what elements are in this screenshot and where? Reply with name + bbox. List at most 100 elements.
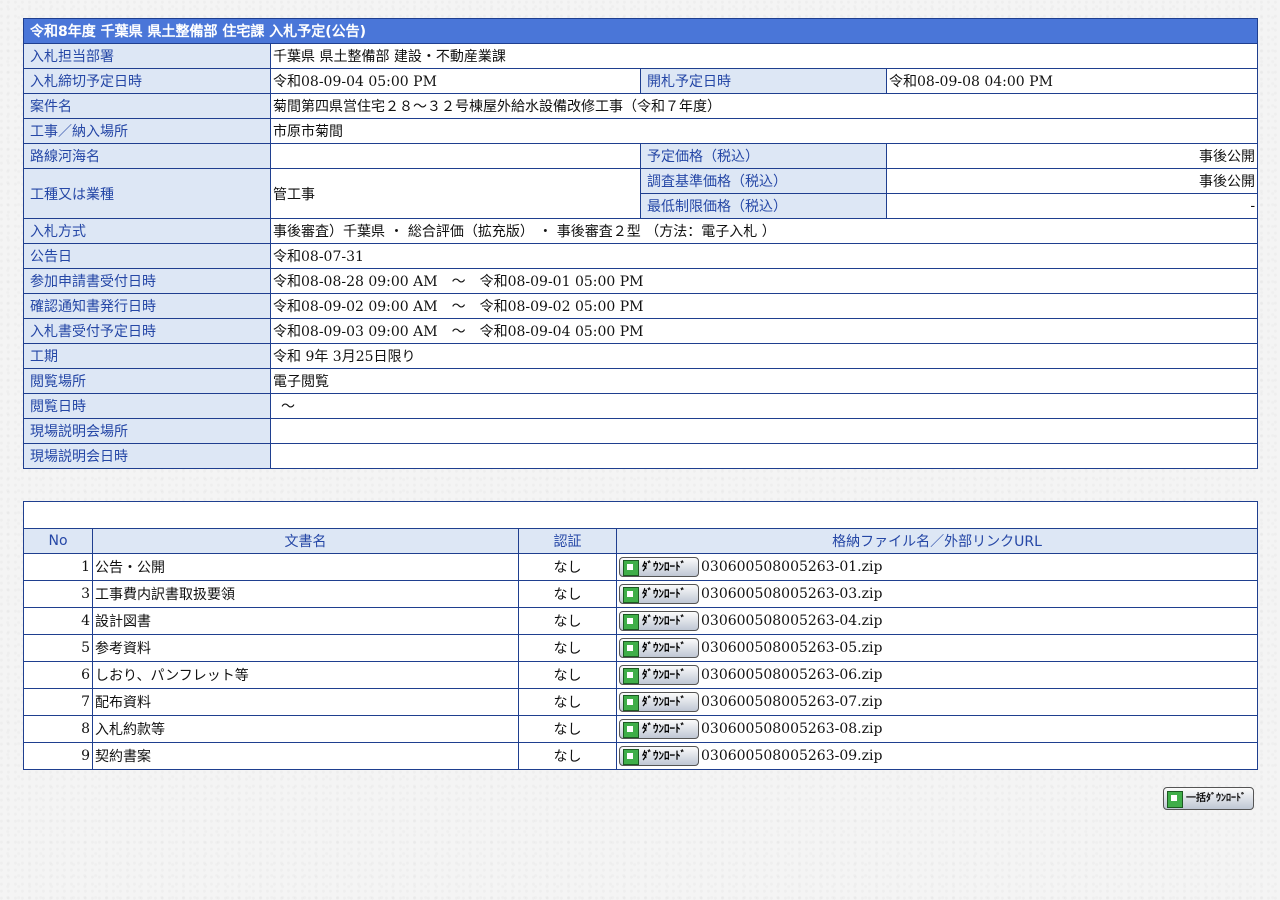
- download-icon: [623, 722, 639, 738]
- download-button[interactable]: ﾀﾞｳﾝﾛｰﾄﾞ: [619, 746, 699, 766]
- survey-price-label: 調査基準価格（税込）: [640, 168, 887, 194]
- doc-auth: なし: [518, 607, 617, 635]
- survey-price-value: 事後公開: [885, 168, 1259, 194]
- doc-no: 9: [23, 742, 93, 770]
- file-name-link[interactable]: 030600508005263-08.zip: [701, 721, 882, 737]
- site-date-label: 現場説明会日時: [23, 443, 271, 469]
- file-name-link[interactable]: 030600508005263-03.zip: [701, 586, 882, 602]
- file-name-link[interactable]: 030600508005263-04.zip: [701, 613, 882, 629]
- min-price-label: 最低制限価格（税込）: [640, 193, 887, 219]
- download-label: ﾀﾞｳﾝﾛｰﾄﾞ: [642, 695, 686, 708]
- doc-auth: なし: [518, 742, 617, 770]
- download-icon: [623, 560, 639, 576]
- view-place-label: 閲覧場所: [23, 368, 271, 394]
- apply-value: 令和08-08-28 09:00 AM ～ 令和08-09-01 05:00 P…: [269, 268, 1259, 294]
- view-place-value: 電子閲覧: [269, 368, 1259, 394]
- place-value: 市原市菊間: [269, 118, 1259, 144]
- period-label: 工期: [23, 343, 271, 369]
- file-name-link[interactable]: 030600508005263-01.zip: [701, 559, 882, 575]
- announce-value: 令和08-07-31: [269, 243, 1259, 269]
- download-label: ﾀﾞｳﾝﾛｰﾄﾞ: [642, 749, 686, 762]
- deadline-label: 入札締切予定日時: [23, 68, 271, 94]
- doc-name: しおり、パンフレット等: [92, 661, 519, 689]
- download-icon: [623, 668, 639, 684]
- method-label: 入札方式: [23, 218, 271, 244]
- view-date-label: 閲覧日時: [23, 393, 271, 419]
- download-button[interactable]: ﾀﾞｳﾝﾛｰﾄﾞ: [619, 557, 699, 577]
- doc-no: 3: [23, 580, 93, 608]
- download-icon: [623, 587, 639, 603]
- table-row: 5 参考資料 なし ﾀﾞｳﾝﾛｰﾄﾞ 030600508005263-05.zip: [23, 634, 1258, 662]
- documents-table: 説明文書等 No 文書名 認証 格納ファイル名／外部リンクURL 1 公告・公開な…: [23, 501, 1258, 770]
- doc-no: 6: [23, 661, 93, 689]
- doc-name: 公告・公開: [92, 553, 519, 581]
- notice-table: 令和8年度 千葉県 県土整備部 住宅課 入札予定(公告) 入札担当部署 千葉県 …: [22, 18, 1259, 469]
- min-price-value: -: [885, 193, 1259, 219]
- download-icon: [623, 641, 639, 657]
- doc-name: 入札約款等: [92, 715, 519, 743]
- doc-no: 8: [23, 715, 93, 743]
- doc-no: 5: [23, 634, 93, 662]
- doc-file-cell: ﾀﾞｳﾝﾛｰﾄﾞ 030600508005263-08.zip: [616, 715, 1258, 743]
- doc-auth: なし: [518, 553, 617, 581]
- planned-price-label: 予定価格（税込）: [640, 143, 887, 169]
- site-place-label: 現場説明会場所: [23, 418, 271, 444]
- opening-label: 開札予定日時: [640, 68, 887, 94]
- doc-name: 配布資料: [92, 688, 519, 716]
- route-label: 路線河海名: [23, 143, 271, 169]
- download-label: ﾀﾞｳﾝﾛｰﾄﾞ: [642, 668, 686, 681]
- download-button[interactable]: ﾀﾞｳﾝﾛｰﾄﾞ: [619, 638, 699, 658]
- download-label: ﾀﾞｳﾝﾛｰﾄﾞ: [642, 641, 686, 654]
- col-auth: 認証: [518, 528, 617, 554]
- doc-name: 設計図書: [92, 607, 519, 635]
- bulk-download-button[interactable]: 一括ﾀﾞｳﾝﾛｰﾄﾞ: [1163, 787, 1254, 810]
- col-file: 格納ファイル名／外部リンクURL: [616, 528, 1258, 554]
- download-icon: [623, 614, 639, 630]
- place-label: 工事／納入場所: [23, 118, 271, 144]
- download-icon: [623, 749, 639, 765]
- doc-name: 工事費内訳書取扱要領: [92, 580, 519, 608]
- apply-label: 参加申請書受付日時: [23, 268, 271, 294]
- notice-title: 令和8年度 千葉県 県土整備部 住宅課 入札予定(公告): [22, 18, 1259, 44]
- announce-label: 公告日: [23, 243, 271, 269]
- doc-file-cell: ﾀﾞｳﾝﾛｰﾄﾞ 030600508005263-06.zip: [616, 661, 1258, 689]
- doc-auth: なし: [518, 715, 617, 743]
- file-name-link[interactable]: 030600508005263-05.zip: [701, 640, 882, 656]
- table-row: 3 工事費内訳書取扱要領 なし ﾀﾞｳﾝﾛｰﾄﾞ 030600508005263-03.…: [23, 580, 1258, 608]
- table-row: 7 配布資料 なし ﾀﾞｳﾝﾛｰﾄﾞ 030600508005263-07.zip: [23, 688, 1258, 716]
- site-place-value: [269, 418, 1259, 444]
- bulk-download-label: 一括ﾀﾞｳﾝﾛｰﾄﾞ: [1186, 793, 1246, 804]
- view-date-value: ～: [269, 393, 1259, 419]
- download-label: ﾀﾞｳﾝﾛｰﾄﾞ: [642, 560, 686, 573]
- doc-auth: なし: [518, 580, 617, 608]
- opening-value: 令和08-09-08 04:00 PM: [885, 68, 1259, 94]
- doc-auth: なし: [518, 634, 617, 662]
- doc-name: 参考資料: [92, 634, 519, 662]
- file-name-link[interactable]: 030600508005263-06.zip: [701, 667, 882, 683]
- doc-name: 契約書案: [92, 742, 519, 770]
- site-date-value: [269, 443, 1259, 469]
- file-name-link[interactable]: 030600508005263-07.zip: [701, 694, 882, 710]
- table-row: 4 設計図書 なし ﾀﾞｳﾝﾛｰﾄﾞ 030600508005263-04.zip: [23, 607, 1258, 635]
- doc-file-cell: ﾀﾞｳﾝﾛｰﾄﾞ 030600508005263-03.zip: [616, 580, 1258, 608]
- download-button[interactable]: ﾀﾞｳﾝﾛｰﾄﾞ: [619, 719, 699, 739]
- deadline-value: 令和08-09-04 05:00 PM: [270, 68, 641, 94]
- download-icon: [623, 695, 639, 711]
- download-button[interactable]: ﾀﾞｳﾝﾛｰﾄﾞ: [619, 611, 699, 631]
- download-button[interactable]: ﾀﾞｳﾝﾛｰﾄﾞ: [619, 692, 699, 712]
- doc-no: 1: [23, 553, 93, 581]
- dept-label: 入札担当部署: [23, 43, 271, 69]
- doc-no: 4: [23, 607, 93, 635]
- dept-value: 千葉県 県土整備部 建設・不動産業課: [269, 43, 1259, 69]
- doc-file-cell: ﾀﾞｳﾝﾛｰﾄﾞ 030600508005263-01.zip: [616, 553, 1258, 581]
- download-label: ﾀﾞｳﾝﾛｰﾄﾞ: [642, 722, 686, 735]
- download-label: ﾀﾞｳﾝﾛｰﾄﾞ: [642, 614, 686, 627]
- file-name-link[interactable]: 030600508005263-09.zip: [701, 748, 882, 764]
- table-row: 1 公告・公開 なし ﾀﾞｳﾝﾛｰﾄﾞ 030600508005263-01.zip: [23, 553, 1258, 581]
- download-button[interactable]: ﾀﾞｳﾝﾛｰﾄﾞ: [619, 665, 699, 685]
- download-button[interactable]: ﾀﾞｳﾝﾛｰﾄﾞ: [619, 584, 699, 604]
- receipt-label: 入札書受付予定日時: [23, 318, 271, 344]
- type-label: 工種又は業種: [23, 168, 271, 219]
- period-value: 令和 9年 3月25日限り: [269, 343, 1259, 369]
- doc-file-cell: ﾀﾞｳﾝﾛｰﾄﾞ 030600508005263-09.zip: [616, 742, 1258, 770]
